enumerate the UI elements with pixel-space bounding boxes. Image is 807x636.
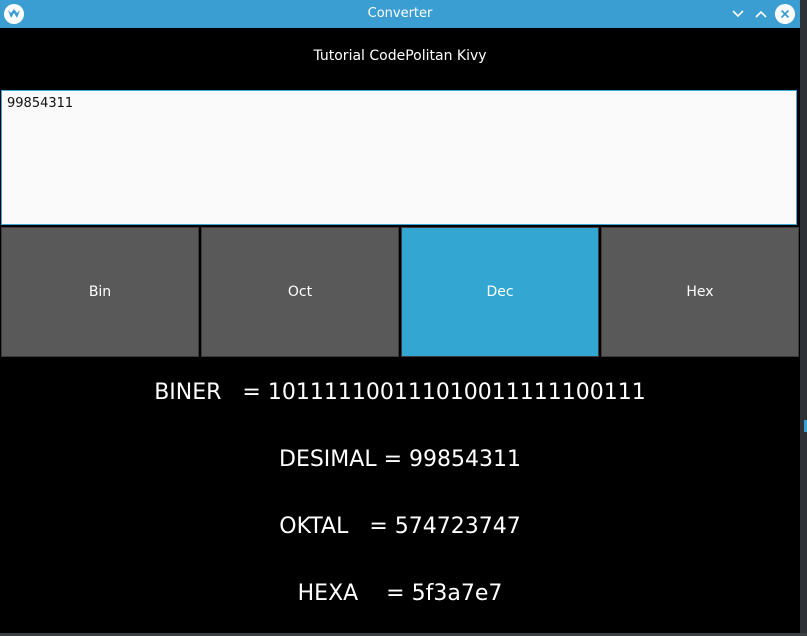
oktal-result: OKTAL = 574723747 [279, 514, 521, 539]
desimal-result: DESIMAL = 99854311 [279, 447, 521, 472]
minimize-button[interactable] [728, 4, 748, 24]
background-window-edge [800, 0, 807, 636]
dec-button[interactable]: Dec [401, 227, 599, 357]
bin-button[interactable]: Bin [1, 227, 199, 357]
close-button[interactable] [775, 4, 795, 24]
oct-button[interactable]: Oct [201, 227, 399, 357]
chevron-up-icon [755, 10, 767, 18]
title-bar[interactable]: Converter [0, 0, 800, 28]
number-input-value: 99854311 [7, 96, 74, 111]
number-input[interactable]: 99854311 [1, 90, 797, 225]
maximize-button[interactable] [751, 4, 771, 24]
close-icon [780, 9, 790, 19]
chevron-down-icon [732, 10, 744, 18]
hex-button[interactable]: Hex [601, 227, 799, 357]
window-title: Converter [367, 6, 433, 21]
converter-window: Converter Tutorial CodePolitan Kivy 9985… [0, 0, 800, 633]
biner-result: BINER = 101111100111010011111100111 [154, 380, 646, 405]
app-subtitle: Tutorial CodePolitan Kivy [313, 48, 487, 64]
hexa-result: HEXA = 5f3a7e7 [297, 581, 503, 606]
